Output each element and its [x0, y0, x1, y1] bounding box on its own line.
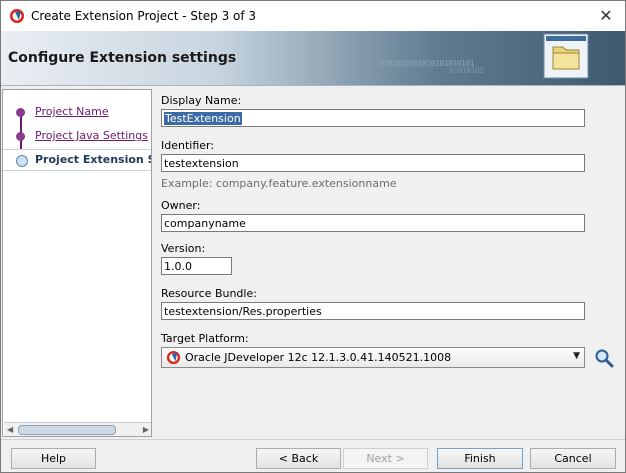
- next-button[interactable]: Next >: [343, 448, 428, 469]
- target-platform-label: Target Platform:: [161, 332, 249, 345]
- page-title: Configure Extension settings: [8, 50, 237, 66]
- step-label: Project Extension Settings: [35, 153, 151, 166]
- title-bar: Create Extension Project - Step 3 of 3 ✕: [1, 1, 625, 31]
- target-platform-select[interactable]: Oracle JDeveloper 12c 12.1.3.0.41.140521…: [161, 347, 585, 368]
- resource-bundle-field[interactable]: testextension/Res.properties: [161, 302, 585, 320]
- cancel-button[interactable]: Cancel: [530, 448, 616, 469]
- owner-label: Owner:: [161, 199, 201, 212]
- step-project-java-settings[interactable]: Project Java Settings: [3, 126, 151, 146]
- folder-icon: [543, 33, 589, 79]
- dialog-window: Create Extension Project - Step 3 of 3 ✕…: [0, 0, 626, 473]
- version-label: Version:: [161, 242, 206, 255]
- step-dot-icon: [16, 108, 25, 117]
- step-project-name[interactable]: Project Name: [3, 102, 151, 122]
- finish-button[interactable]: Finish: [437, 448, 523, 469]
- step-label[interactable]: Project Java Settings: [35, 129, 148, 142]
- step-current-dot-icon: [16, 155, 28, 167]
- scrollbar-thumb[interactable]: [18, 425, 116, 435]
- target-platform-value: Oracle JDeveloper 12c 12.1.3.0.41.140521…: [185, 351, 452, 364]
- app-icon: [10, 9, 24, 23]
- display-name-value: TestExtension: [164, 112, 242, 125]
- scroll-left-icon[interactable]: ◀: [7, 423, 13, 436]
- step-project-extension-settings[interactable]: Project Extension Settings: [3, 149, 151, 171]
- chevron-down-icon[interactable]: ▼: [573, 351, 580, 361]
- identifier-hint: Example: company.feature.extensionname: [161, 177, 397, 190]
- steps-sidebar: Project Name Project Java Settings Proje…: [2, 89, 152, 437]
- scroll-right-icon[interactable]: ▶: [143, 423, 149, 436]
- panel-divider[interactable]: [151, 89, 152, 437]
- step-dot-icon: [16, 132, 25, 141]
- version-field[interactable]: 1.0.0: [161, 257, 232, 275]
- identifier-label: Identifier:: [161, 139, 215, 152]
- footer-divider: [1, 439, 625, 440]
- jdeveloper-icon: [166, 350, 181, 365]
- help-button[interactable]: Help: [11, 448, 96, 469]
- back-button[interactable]: < Back: [256, 448, 341, 469]
- window-title: Create Extension Project - Step 3 of 3: [31, 9, 257, 23]
- header-banner: Configure Extension settings 01010101010…: [1, 31, 625, 86]
- close-icon[interactable]: ✕: [595, 5, 617, 27]
- identifier-field[interactable]: testextension: [161, 154, 585, 172]
- resource-bundle-label: Resource Bundle:: [161, 287, 257, 300]
- step-label[interactable]: Project Name: [35, 105, 109, 118]
- display-name-label: Display Name:: [161, 94, 242, 107]
- banner-binary-text-2: 01010101: [449, 66, 484, 75]
- sidebar-horizontal-scrollbar[interactable]: ◀ ▶: [4, 422, 151, 436]
- display-name-field[interactable]: TestExtension: [161, 109, 585, 127]
- search-icon[interactable]: [593, 347, 615, 369]
- owner-field[interactable]: companyname: [161, 214, 585, 232]
